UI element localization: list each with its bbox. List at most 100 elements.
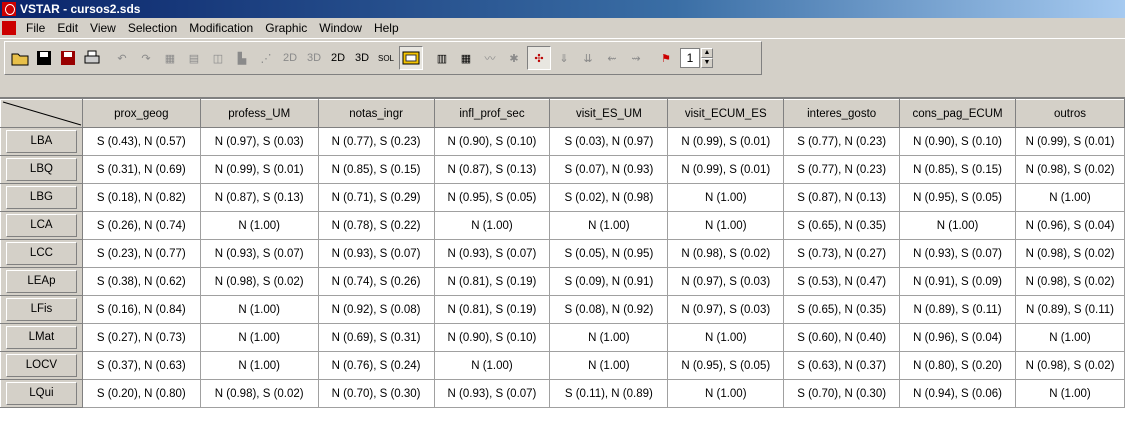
table-cell[interactable]: S (0.38), N (0.62) <box>81 267 201 296</box>
table-cell[interactable]: S (0.77), N (0.23) <box>783 127 901 156</box>
row-header-button[interactable]: LBG <box>6 186 77 209</box>
table-cell[interactable]: N (0.70), S (0.30) <box>317 379 435 408</box>
table-cell[interactable]: N (1.00) <box>199 351 319 380</box>
table-cell[interactable]: N (0.89), S (0.11) <box>899 295 1016 324</box>
table-cell[interactable]: S (0.31), N (0.69) <box>81 155 201 184</box>
table-cell[interactable]: S (0.26), N (0.74) <box>81 211 201 240</box>
table-cell[interactable]: N (0.97), S (0.03) <box>199 127 319 156</box>
plot-3d-b-icon[interactable]: 3D <box>351 47 373 69</box>
table-cell[interactable]: N (0.95), S (0.05) <box>433 183 551 212</box>
table-cell[interactable]: N (0.99), S (0.01) <box>1015 127 1125 156</box>
row-header-button[interactable]: LCA <box>6 214 77 237</box>
table-cell[interactable]: N (0.74), S (0.26) <box>317 267 435 296</box>
table-cell[interactable]: S (0.65), N (0.35) <box>783 295 901 324</box>
arrow-down-icon[interactable]: ⇓ <box>553 47 575 69</box>
table-cell[interactable]: N (0.91), S (0.09) <box>899 267 1016 296</box>
table-cell[interactable]: N (1.00) <box>1015 183 1125 212</box>
table-cell[interactable]: N (0.89), S (0.11) <box>1015 295 1125 324</box>
print-icon[interactable] <box>81 47 103 69</box>
save-as-icon[interactable] <box>57 47 79 69</box>
table-cell[interactable]: S (0.11), N (0.89) <box>549 379 669 408</box>
menu-help[interactable]: Help <box>368 21 405 35</box>
table-cell[interactable]: S (0.02), N (0.98) <box>549 183 669 212</box>
table-cell[interactable]: N (0.98), S (0.02) <box>1015 351 1125 380</box>
table-cell[interactable]: N (0.99), S (0.01) <box>667 155 785 184</box>
scatter-icon[interactable]: ⋰ <box>255 47 277 69</box>
row-header-button[interactable]: LCC <box>6 242 77 265</box>
row-header-button[interactable]: LFis <box>6 298 77 321</box>
flag-icon[interactable]: ⚑ <box>655 47 677 69</box>
table-cell[interactable]: N (0.87), S (0.13) <box>199 183 319 212</box>
table-cell[interactable]: N (0.81), S (0.19) <box>433 267 551 296</box>
row-header[interactable]: LBQ <box>0 155 83 184</box>
table-cell[interactable]: N (0.98), S (0.02) <box>1015 155 1125 184</box>
row-header-button[interactable]: LBA <box>6 130 77 153</box>
table-cell[interactable]: N (1.00) <box>667 323 785 352</box>
row-header[interactable]: LFis <box>0 295 83 324</box>
table-cell[interactable]: S (0.53), N (0.47) <box>783 267 901 296</box>
table-cell[interactable]: N (0.97), S (0.03) <box>667 267 785 296</box>
table-cell[interactable]: N (0.85), S (0.15) <box>317 155 435 184</box>
row-header-button[interactable]: LOCV <box>6 354 77 377</box>
row-header[interactable]: LEAp <box>0 267 83 296</box>
menu-modification[interactable]: Modification <box>183 21 259 35</box>
arrow-back-icon[interactable]: ⇜ <box>601 47 623 69</box>
table-cell[interactable]: S (0.23), N (0.77) <box>81 239 201 268</box>
sol-icon[interactable]: SOL <box>375 47 397 69</box>
table-cell[interactable]: S (0.63), N (0.37) <box>783 351 901 380</box>
table-cell[interactable]: N (0.98), S (0.02) <box>1015 239 1125 268</box>
table-cell[interactable]: N (1.00) <box>199 323 319 352</box>
save-icon[interactable] <box>33 47 55 69</box>
table-cell[interactable]: N (1.00) <box>199 295 319 324</box>
table-icon[interactable]: ▦ <box>159 47 181 69</box>
undo-icon[interactable]: ↶ <box>111 47 133 69</box>
table-cell[interactable]: N (0.69), S (0.31) <box>317 323 435 352</box>
menu-file[interactable]: File <box>20 21 51 35</box>
column-header[interactable]: infl_prof_sec <box>433 99 551 128</box>
table-cell[interactable]: S (0.18), N (0.82) <box>81 183 201 212</box>
table-cell[interactable]: N (0.93), S (0.07) <box>899 239 1016 268</box>
column-header[interactable]: outros <box>1015 99 1125 128</box>
table-cell[interactable]: N (1.00) <box>433 211 551 240</box>
menu-selection[interactable]: Selection <box>122 21 183 35</box>
column-header[interactable]: visit_ECUM_ES <box>667 99 785 128</box>
row-header[interactable]: LBG <box>0 183 83 212</box>
row-header-button[interactable]: LEAp <box>6 270 77 293</box>
table-cell[interactable]: S (0.43), N (0.57) <box>81 127 201 156</box>
table-cell[interactable]: S (0.70), N (0.30) <box>783 379 901 408</box>
matrix-icon[interactable]: ▤ <box>183 47 205 69</box>
table-cell[interactable]: N (0.93), S (0.07) <box>433 379 551 408</box>
column-header[interactable]: prox_geog <box>81 99 201 128</box>
table-cell[interactable]: N (1.00) <box>667 379 785 408</box>
table-cell[interactable]: S (0.27), N (0.73) <box>81 323 201 352</box>
sparkle-icon[interactable]: ✱ <box>503 47 525 69</box>
table-cell[interactable]: N (0.90), S (0.10) <box>433 127 551 156</box>
column-header[interactable]: interes_gosto <box>783 99 901 128</box>
table-cell[interactable]: S (0.73), N (0.27) <box>783 239 901 268</box>
table-cell[interactable]: N (1.00) <box>549 211 669 240</box>
table-cell[interactable]: N (1.00) <box>433 351 551 380</box>
table-cell[interactable]: N (1.00) <box>667 211 785 240</box>
table-cell[interactable]: N (1.00) <box>199 211 319 240</box>
table-cell[interactable]: N (0.90), S (0.10) <box>899 127 1016 156</box>
menu-window[interactable]: Window <box>313 21 368 35</box>
curve-icon[interactable]: 〰 <box>479 47 501 69</box>
table-cell[interactable]: N (1.00) <box>1015 323 1125 352</box>
table-cell[interactable]: N (0.80), S (0.20) <box>899 351 1016 380</box>
table-cell[interactable]: S (0.60), N (0.40) <box>783 323 901 352</box>
column-header[interactable]: profess_UM <box>199 99 319 128</box>
spin-down-icon[interactable]: ▼ <box>701 58 713 68</box>
table-cell[interactable]: N (0.78), S (0.22) <box>317 211 435 240</box>
table-cell[interactable]: N (0.77), S (0.23) <box>317 127 435 156</box>
table-cell[interactable]: N (1.00) <box>899 211 1016 240</box>
table-cell[interactable]: N (0.99), S (0.01) <box>199 155 319 184</box>
redo-icon[interactable]: ↷ <box>135 47 157 69</box>
table-cell[interactable]: N (1.00) <box>549 351 669 380</box>
table-cell[interactable]: N (0.98), S (0.02) <box>1015 267 1125 296</box>
row-header[interactable]: LCA <box>0 211 83 240</box>
table-cell[interactable]: S (0.77), N (0.23) <box>783 155 901 184</box>
table-cell[interactable]: S (0.37), N (0.63) <box>81 351 201 380</box>
plot-3d-a-icon[interactable]: 3D <box>303 47 325 69</box>
arrow-split-icon[interactable]: ⇊ <box>577 47 599 69</box>
table-cell[interactable]: N (0.98), S (0.02) <box>667 239 785 268</box>
